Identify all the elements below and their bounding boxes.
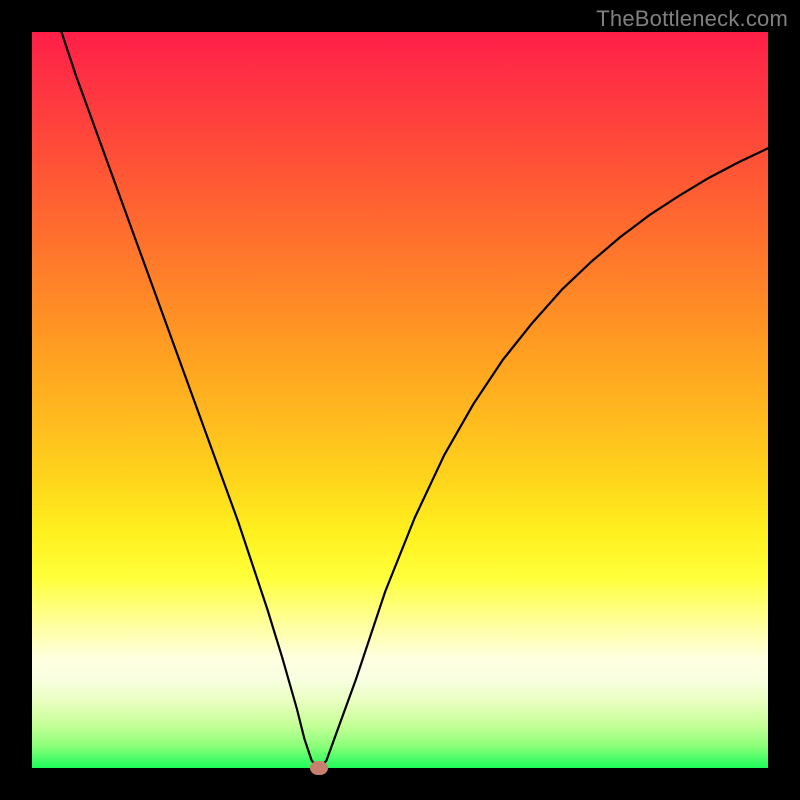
minimum-marker: [310, 761, 328, 775]
watermark-text: TheBottleneck.com: [596, 6, 788, 32]
chart-frame: TheBottleneck.com: [0, 0, 800, 800]
bottleneck-curve: [32, 32, 768, 768]
curve-path: [61, 32, 768, 768]
plot-area: [32, 32, 768, 768]
